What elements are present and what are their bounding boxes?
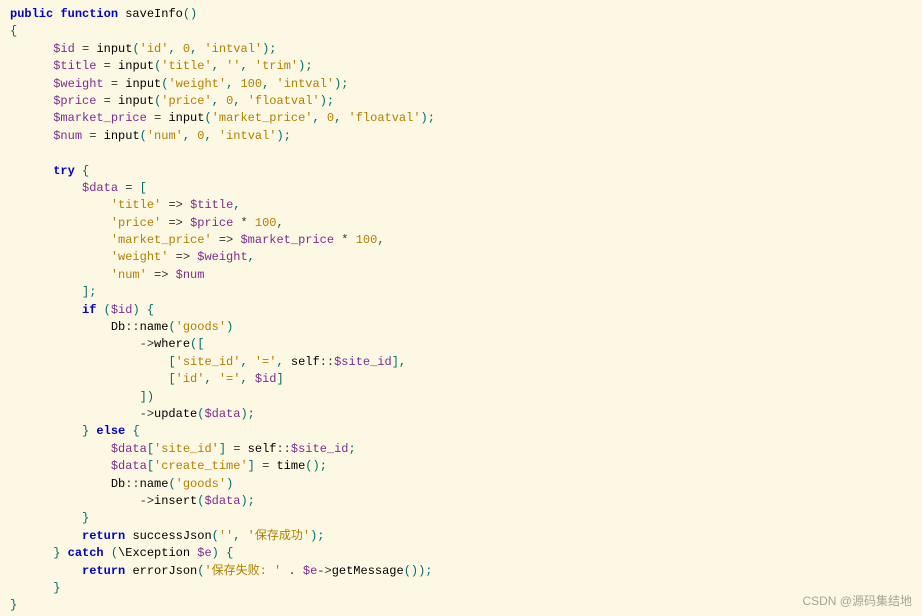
var: $e [303, 564, 317, 578]
op: . [288, 564, 295, 578]
var: $id [255, 372, 277, 386]
op: * [240, 216, 247, 230]
str: 'id' [140, 42, 169, 56]
var: $weight [197, 250, 247, 264]
call: input [104, 129, 140, 143]
str: '=' [255, 355, 277, 369]
str: 'goods' [176, 477, 226, 491]
str: 'weight' [111, 250, 169, 264]
str: 'num' [111, 268, 147, 282]
op: * [341, 233, 348, 247]
self: self [291, 355, 320, 369]
call: input [168, 111, 204, 125]
call: getMessage [332, 564, 404, 578]
str: 'num' [147, 129, 183, 143]
var: $num [176, 268, 205, 282]
str: 'intval' [277, 77, 335, 91]
var: $title [190, 198, 233, 212]
kw-if: if [82, 303, 96, 317]
call: name [140, 477, 169, 491]
call: insert [154, 494, 197, 508]
var: $price [53, 94, 96, 108]
kw-catch: catch [68, 546, 104, 560]
var: $market_price [53, 111, 147, 125]
num: 100 [255, 216, 277, 230]
call: successJson [132, 529, 211, 543]
var: $e [197, 546, 211, 560]
call: time [276, 459, 305, 473]
str: 'market_price' [212, 111, 313, 125]
var: $title [53, 59, 96, 73]
str: 'title' [111, 198, 161, 212]
kw-try: try [53, 164, 75, 178]
str: 'weight' [168, 77, 226, 91]
var: $site_id [291, 442, 349, 456]
str: 'goods' [176, 320, 226, 334]
str: 'create_time' [154, 459, 248, 473]
kw-return: return [82, 529, 125, 543]
function-name: saveInfo [125, 7, 183, 21]
var: $data [111, 442, 147, 456]
str: 'id' [176, 372, 205, 386]
call: input [125, 77, 161, 91]
var: $id [111, 303, 133, 317]
str: '' [219, 529, 233, 543]
watermark: CSDN @源码集结地 [802, 593, 912, 610]
kw-else: else [96, 424, 125, 438]
str: 'trim' [255, 59, 298, 73]
str: '' [226, 59, 240, 73]
var-data: $data [82, 181, 118, 195]
str: 'intval' [219, 129, 277, 143]
var: $data [204, 407, 240, 421]
var: $data [204, 494, 240, 508]
str: 'floatval' [349, 111, 421, 125]
call: where [154, 337, 190, 351]
kw-return: return [82, 564, 125, 578]
str: 'market_price' [111, 233, 212, 247]
var: $num [53, 129, 82, 143]
str: '保存失败: ' [204, 564, 281, 578]
var: $data [111, 459, 147, 473]
var: $weight [53, 77, 103, 91]
call: update [154, 407, 197, 421]
str: 'intval' [204, 42, 262, 56]
call-input: input [96, 42, 132, 56]
num: 100 [240, 77, 262, 91]
call: input [118, 94, 154, 108]
str: 'title' [161, 59, 211, 73]
str: 'price' [111, 216, 161, 230]
kw-function: function [60, 7, 118, 21]
class-db: Db [111, 477, 125, 491]
str: '保存成功' [248, 529, 310, 543]
var: $site_id [334, 355, 392, 369]
call: name [140, 320, 169, 334]
kw-public: public [10, 7, 53, 21]
var-id: $id [53, 42, 75, 56]
call: input [118, 59, 154, 73]
str: 'floatval' [248, 94, 320, 108]
code-block: public function saveInfo() { $id = input… [10, 6, 912, 615]
str: 'site_id' [154, 442, 219, 456]
call: errorJson [132, 564, 197, 578]
class-exception: \Exception [118, 546, 190, 560]
class-db: Db [111, 320, 125, 334]
self: self [248, 442, 277, 456]
str: 'site_id' [176, 355, 241, 369]
num: 100 [356, 233, 378, 247]
str: '=' [219, 372, 241, 386]
var: $price [190, 216, 233, 230]
str: 'price' [161, 94, 211, 108]
num: 0 [183, 42, 190, 56]
var: $market_price [240, 233, 334, 247]
